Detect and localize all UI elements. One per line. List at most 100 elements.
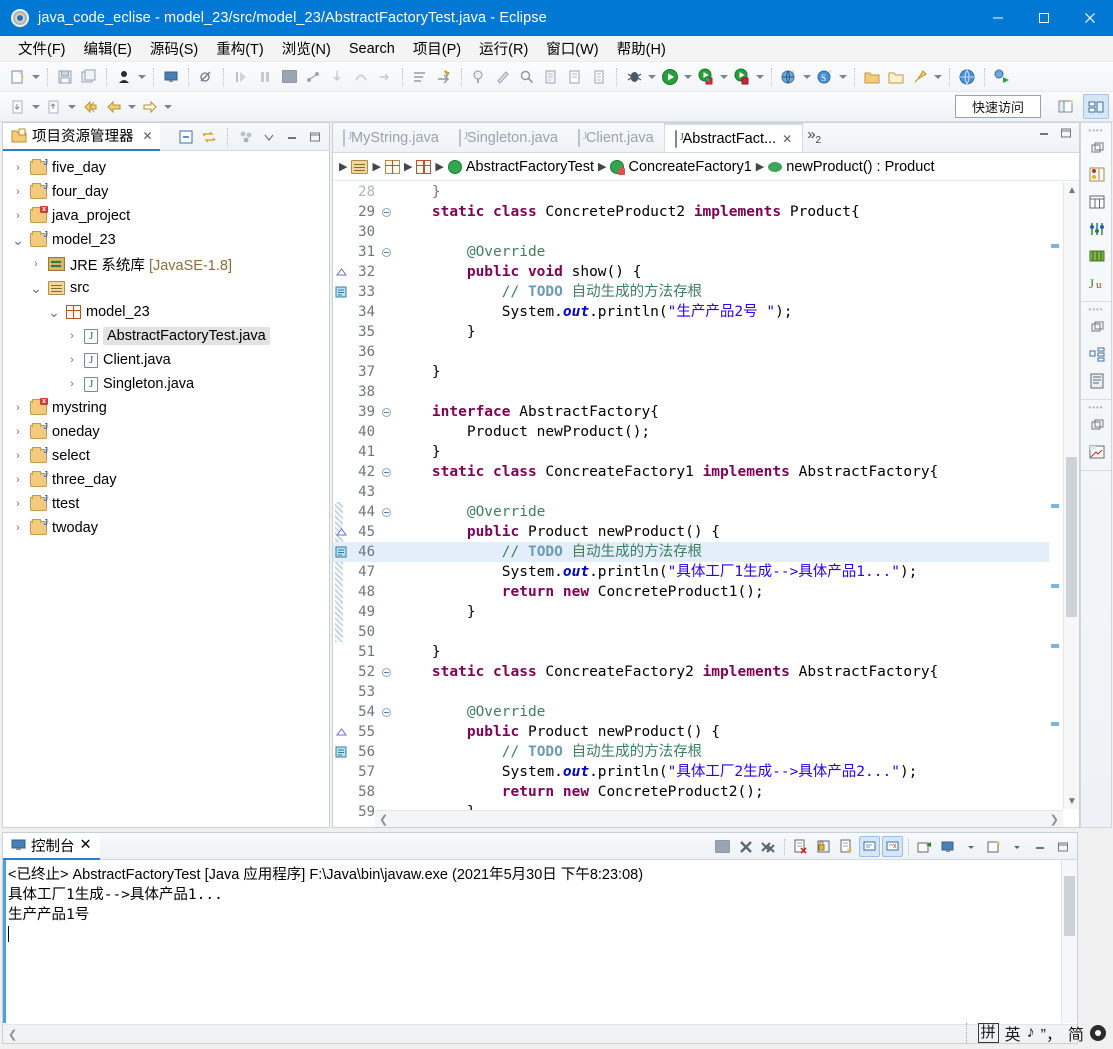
problems-view-icon[interactable] — [1081, 438, 1113, 465]
new-dropdown-arrow[interactable] — [30, 66, 42, 88]
chevron-right-icon[interactable]: › — [11, 522, 25, 534]
new-wizard-icon[interactable] — [7, 66, 29, 88]
menu-source[interactable]: 源码(S) — [141, 36, 207, 61]
save-icon[interactable] — [54, 66, 76, 88]
forward-arrow-icon[interactable] — [139, 96, 161, 118]
breadcrumb-item-concreatefactory1[interactable]: ConcreateFactory1 — [610, 159, 752, 175]
code-line-36[interactable]: 36 — [333, 342, 1049, 362]
editor-scroll-thumb[interactable] — [1066, 457, 1077, 617]
breadcrumb-item-newproductproduct[interactable]: newProduct() : Product — [768, 159, 935, 175]
breadcrumb-item-1[interactable] — [384, 159, 400, 174]
code-line-54[interactable]: 54 @Override — [333, 702, 1049, 722]
tree-item-five_day[interactable]: › five_day — [3, 156, 329, 180]
show-console-on-output-icon[interactable] — [859, 836, 880, 857]
tree-item-select[interactable]: › select — [3, 444, 329, 468]
fold-collapse-icon[interactable] — [379, 507, 393, 517]
code-line-28[interactable]: 28 } — [333, 182, 1049, 202]
step-return-icon[interactable] — [374, 66, 396, 88]
editor-vertical-scrollbar[interactable]: ▲ ▼ — [1063, 182, 1079, 809]
remove-launch-icon[interactable] — [735, 836, 756, 857]
menu-help[interactable]: 帮助(H) — [608, 36, 675, 61]
open-package-icon[interactable] — [885, 66, 907, 88]
tree-item-model_23[interactable]: ⌄ model_23 — [3, 300, 329, 324]
editor-horizontal-scrollbar[interactable]: ❮ ❯ — [375, 810, 1063, 827]
code-line-39[interactable]: 39 interface AbstractFactory{ — [333, 402, 1049, 422]
link-with-editor-icon[interactable] — [199, 127, 219, 147]
new-java-project-dropdown[interactable] — [801, 66, 813, 88]
gear-icon[interactable] — [1090, 1025, 1106, 1041]
tree-item-three_day[interactable]: › three_day — [3, 468, 329, 492]
java-perspective-icon[interactable] — [1083, 94, 1109, 119]
disconnect-icon[interactable] — [302, 66, 324, 88]
tree-item-jrejavase18[interactable]: › JRE 系统库 [JavaSE-1.8] — [3, 252, 329, 276]
close-icon[interactable]: ✕ — [80, 837, 92, 853]
tree-item-four_day[interactable]: › four_day — [3, 180, 329, 204]
maximize-icon[interactable] — [305, 127, 325, 147]
tree-item-src[interactable]: ⌄ src — [3, 276, 329, 300]
outline-view-icon[interactable] — [1081, 340, 1113, 367]
minimize-icon[interactable] — [1037, 127, 1051, 139]
pin-console-icon[interactable] — [914, 836, 935, 857]
display-selected-console-icon[interactable] — [937, 836, 958, 857]
show-console-on-error-icon[interactable]: x — [882, 836, 903, 857]
run-external-icon[interactable] — [695, 66, 717, 88]
breakpoints-view-icon[interactable] — [1081, 215, 1113, 242]
code-line-56[interactable]: 56 // TODO 自动生成的方法存根 — [333, 742, 1049, 762]
ime-punctuation-icon[interactable]: ”， — [1041, 1021, 1062, 1045]
editor-tab-singletonjava[interactable]: Singleton.java — [449, 123, 568, 152]
fold-collapse-icon[interactable] — [379, 667, 393, 677]
previous-annotation-icon[interactable] — [564, 66, 586, 88]
open-perspective-icon[interactable] — [1053, 94, 1079, 119]
step-into-icon[interactable] — [326, 66, 348, 88]
code-line-48[interactable]: 48 return new ConcreteProduct1(); — [333, 582, 1049, 602]
run-external-dropdown[interactable] — [718, 66, 730, 88]
tree-item-abstractfactorytestjava[interactable]: › AbstractFactoryTest.java — [3, 324, 329, 348]
maximize-button[interactable] — [1021, 0, 1067, 36]
chevron-right-icon[interactable]: › — [11, 162, 25, 174]
hscroll-right-arrow[interactable]: ❯ — [1050, 813, 1059, 826]
console-tab[interactable]: 控制台 ✕ — [3, 832, 100, 860]
toggle-mark-occurrences-icon[interactable] — [492, 66, 514, 88]
code-line-52[interactable]: 52 static class ConcreateFactory2 implem… — [333, 662, 1049, 682]
collapse-all-icon[interactable] — [176, 127, 196, 147]
hscroll-left-arrow[interactable]: ❮ — [379, 813, 388, 826]
restore-icon[interactable] — [1081, 134, 1113, 161]
new-java-project-icon[interactable] — [778, 66, 800, 88]
chevron-down-icon[interactable]: ⌄ — [29, 281, 43, 295]
code-line-46[interactable]: 46 // TODO 自动生成的方法存根 — [333, 542, 1049, 562]
ime-drag-grip[interactable] — [965, 1023, 970, 1043]
chevron-right-icon[interactable]: › — [29, 258, 43, 270]
minimize-icon[interactable] — [1029, 836, 1050, 857]
expressions-view-icon[interactable] — [1081, 242, 1113, 269]
chevron-right-icon[interactable]: › — [65, 354, 79, 366]
code-line-35[interactable]: 35 } — [333, 322, 1049, 342]
tree-item-java_project[interactable]: › java_project — [3, 204, 329, 228]
chevron-down-icon[interactable]: ⌄ — [47, 305, 61, 319]
ime-simplified-icon[interactable]: 简 — [1068, 1021, 1084, 1045]
open-task-icon[interactable] — [468, 66, 490, 88]
view-menu-icon[interactable] — [259, 127, 279, 147]
menu-search[interactable]: Search — [340, 39, 404, 59]
breadcrumb-item-0[interactable] — [351, 159, 369, 174]
back-arrow-icon[interactable] — [103, 96, 125, 118]
close-button[interactable] — [1067, 0, 1113, 36]
restore-icon[interactable] — [1081, 411, 1113, 438]
scroll-lock-icon[interactable] — [813, 836, 834, 857]
remove-all-launches-icon[interactable] — [758, 836, 779, 857]
forward-dropdown-arrow2[interactable] — [162, 96, 174, 118]
breadcrumb-item-abstractfactorytest[interactable]: AbstractFactoryTest — [447, 159, 594, 175]
terminate-icon[interactable] — [712, 836, 733, 857]
more-tabs-chevron-icon[interactable]: »2 — [803, 126, 827, 150]
forward-dropdown-arrow[interactable] — [66, 96, 78, 118]
variables-view-icon[interactable] — [1081, 188, 1113, 215]
drag-grip[interactable]: •••• — [1081, 305, 1111, 314]
back-history-icon[interactable] — [7, 96, 29, 118]
maximize-icon[interactable] — [1052, 836, 1073, 857]
debug-perspective-icon[interactable] — [113, 66, 135, 88]
view-menu-filter-icon[interactable] — [236, 127, 256, 147]
code-line-53[interactable]: 53 — [333, 682, 1049, 702]
code-line-58[interactable]: 58 return new ConcreteProduct2(); — [333, 782, 1049, 802]
code-line-32[interactable]: 32 public void show() { — [333, 262, 1049, 282]
previous-edit-icon[interactable] — [79, 96, 101, 118]
code-line-44[interactable]: 44 @Override — [333, 502, 1049, 522]
